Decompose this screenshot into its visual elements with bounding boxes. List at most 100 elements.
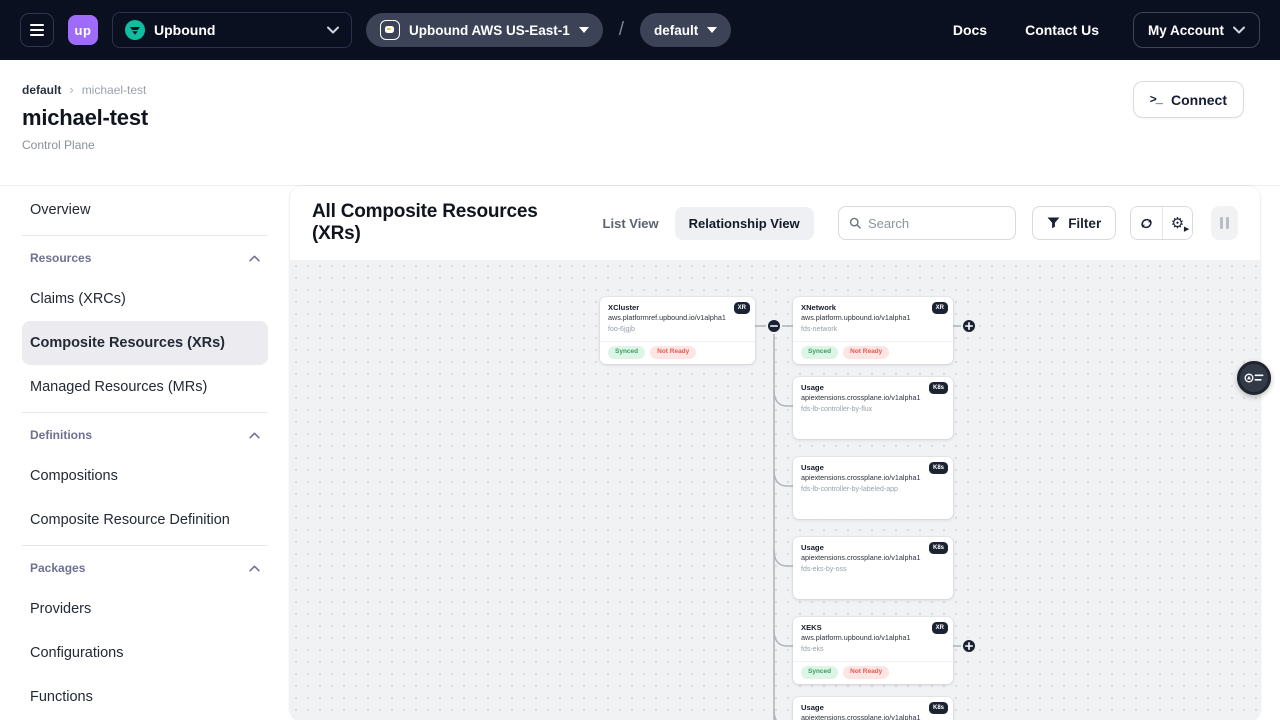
sidebar-item-managed-resources-mrs[interactable]: Managed Resources (MRs)	[22, 365, 268, 409]
contact-us-link[interactable]: Contact Us	[1013, 22, 1111, 38]
view-toggle: List View Relationship View	[589, 207, 814, 240]
search-input[interactable]	[868, 216, 1005, 231]
node-kind-badge: XR	[932, 302, 948, 314]
node-api-version: aws.platform.upbound.io/v1alpha1	[801, 633, 945, 642]
caret-down-icon	[707, 27, 717, 33]
sidebar-divider	[22, 545, 268, 546]
body-row: OverviewResourcesClaims (XRCs)Composite …	[0, 186, 1280, 720]
chevron-up-icon	[249, 255, 260, 262]
upbound-logo[interactable]: up	[68, 15, 98, 45]
relationship-graph: XClusteraws.platformref.upbound.io/v1alp…	[290, 260, 1260, 720]
node-resource-name: fds-lb-controller-by-flux	[801, 406, 945, 413]
org-selector-label: Upbound	[154, 22, 318, 38]
node-title: Usage	[801, 543, 945, 553]
chevron-up-icon	[249, 565, 260, 572]
app-screen: up Upbound Upbound AWS US-East-1 / defau…	[0, 0, 1280, 720]
filter-button[interactable]: Filter	[1032, 206, 1116, 240]
graph-node-xcluster[interactable]: XClusteraws.platformref.upbound.io/v1alp…	[600, 297, 755, 364]
sidebar-section-definitions[interactable]: Definitions	[22, 416, 268, 454]
node-kind-badge: XR	[932, 622, 948, 634]
graph-edges	[290, 260, 1260, 720]
breadcrumb-root[interactable]: default	[22, 83, 61, 97]
graph-node-usage-labeled-app[interactable]: Usageapiextensions.crossplane.io/v1alpha…	[793, 457, 953, 519]
breadcrumb-chevron-icon: ›	[69, 82, 73, 97]
page-subtitle: Control Plane	[22, 138, 1244, 152]
control-plane-selector[interactable]: Upbound AWS US-East-1	[366, 13, 603, 47]
node-title: Usage	[801, 463, 945, 473]
collapse-node-button[interactable]	[767, 319, 781, 333]
sidebar-item-providers[interactable]: Providers	[22, 587, 268, 631]
tab-relationship-view[interactable]: Relationship View	[675, 207, 814, 240]
node-kind-badge: K8s	[929, 382, 948, 394]
sidebar-item-claims-xrcs[interactable]: Claims (XRCs)	[22, 277, 268, 321]
graph-node-usage-eks-oss[interactable]: Usageapiextensions.crossplane.io/v1alpha…	[793, 537, 953, 599]
node-resource-name: foo-6jgjb	[608, 326, 747, 333]
node-api-version: aws.platform.upbound.io/v1alpha1	[801, 313, 945, 322]
graph-node-xnetwork[interactable]: XNetworkaws.platform.upbound.io/v1alpha1…	[793, 297, 953, 364]
my-account-menu[interactable]: My Account	[1133, 12, 1260, 48]
group-selector-label: default	[654, 23, 698, 38]
legend-icon	[1244, 371, 1264, 385]
main-panel: All Composite Resources (XRs) List View …	[290, 186, 1260, 720]
sidebar-section-packages[interactable]: Packages	[22, 549, 268, 587]
graph-legend-button[interactable]	[1237, 361, 1271, 395]
path-separator: /	[617, 19, 626, 41]
node-resource-name: fds-lb-controller-by-labeled-app	[801, 486, 945, 493]
gear-play-icon: ⚙▶	[1171, 216, 1184, 231]
pause-button[interactable]	[1211, 206, 1238, 240]
graph-actions-group: ⚙▶	[1130, 206, 1193, 240]
caret-down-icon	[579, 27, 589, 33]
node-title: Usage	[801, 703, 945, 713]
node-api-version: apiextensions.crossplane.io/v1alpha1	[801, 393, 945, 402]
status-badge-synced: Synced	[801, 346, 838, 359]
graph-node-xeks[interactable]: XEKSaws.platform.upbound.io/v1alpha1 fds-…	[793, 617, 953, 684]
node-resource-name: fds-eks	[801, 646, 945, 653]
hamburger-menu-button[interactable]	[20, 13, 54, 47]
sidebar-item-composite-resources-xrs[interactable]: Composite Resources (XRs)	[22, 321, 268, 365]
node-kind-badge: K8s	[929, 542, 948, 554]
hamburger-icon	[30, 24, 44, 26]
top-navbar: up Upbound Upbound AWS US-East-1 / defau…	[0, 0, 1280, 60]
node-title: XNetwork	[801, 303, 945, 313]
status-badge-not-ready: Not Ready	[843, 666, 889, 679]
expand-node-button-0[interactable]	[962, 319, 976, 333]
control-plane-icon	[380, 20, 400, 40]
expand-node-button-1[interactable]	[962, 639, 976, 653]
status-badge-not-ready: Not Ready	[843, 346, 889, 359]
auto-run-settings-button[interactable]: ⚙▶	[1162, 207, 1193, 239]
sidebar-item-composite-resource-definition[interactable]: Composite Resource Definition	[22, 498, 268, 542]
sidebar-item-configurations[interactable]: Configurations	[22, 631, 268, 675]
status-badge-synced: Synced	[801, 666, 838, 679]
sidebar-item-functions[interactable]: Functions	[22, 675, 268, 719]
graph-node-usage-flux[interactable]: Usageapiextensions.crossplane.io/v1alpha…	[793, 377, 953, 439]
my-account-label: My Account	[1148, 23, 1224, 38]
docs-link[interactable]: Docs	[941, 22, 999, 38]
page-header: default › michael-test michael-test Cont…	[0, 60, 1280, 186]
graph-node-usage-bottom[interactable]: Usageapiextensions.crossplane.io/v1alpha…	[793, 697, 953, 720]
section-title: All Composite Resources (XRs)	[312, 201, 579, 245]
chevron-up-icon	[249, 432, 260, 439]
node-api-version: aws.platformref.upbound.io/v1alpha1	[608, 313, 747, 322]
sidebar: OverviewResourcesClaims (XRCs)Composite …	[0, 186, 290, 720]
sidebar-item-overview[interactable]: Overview	[22, 188, 268, 232]
tab-list-view[interactable]: List View	[589, 207, 673, 240]
status-badge-synced: Synced	[608, 346, 645, 359]
node-title: XEKS	[801, 623, 945, 633]
sidebar-divider	[22, 412, 268, 413]
org-selector-dropdown[interactable]: Upbound	[112, 12, 352, 48]
breadcrumb: default › michael-test	[22, 82, 1244, 97]
toolbar: All Composite Resources (XRs) List View …	[290, 186, 1260, 260]
group-selector[interactable]: default	[640, 13, 731, 47]
node-title: Usage	[801, 383, 945, 393]
sidebar-section-resources[interactable]: Resources	[22, 239, 268, 277]
connect-button[interactable]: >_ Connect	[1133, 81, 1244, 118]
node-kind-badge: K8s	[929, 462, 948, 474]
pause-icon	[1220, 217, 1223, 229]
refresh-button[interactable]	[1131, 207, 1162, 239]
terminal-icon: >_	[1150, 93, 1162, 107]
page-title: michael-test	[22, 105, 1244, 131]
control-plane-label: Upbound AWS US-East-1	[409, 23, 570, 38]
sidebar-item-compositions[interactable]: Compositions	[22, 454, 268, 498]
status-badge-not-ready: Not Ready	[650, 346, 696, 359]
chevron-down-icon	[327, 26, 339, 34]
